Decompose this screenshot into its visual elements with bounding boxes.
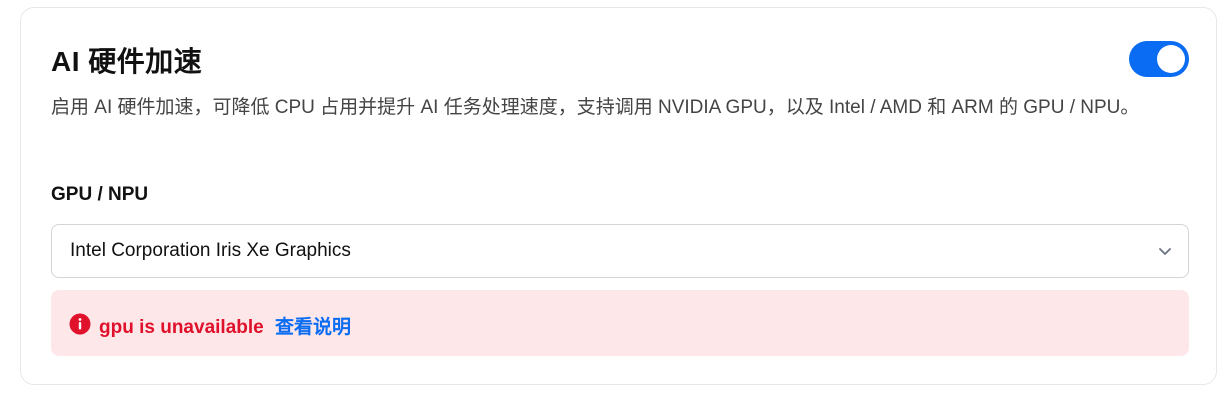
chevron-down-icon (1159, 248, 1171, 255)
toggle-knob (1157, 45, 1185, 73)
view-instructions-link[interactable]: 查看说明 (275, 317, 351, 338)
ai-acceleration-card: AI 硬件加速 启用 AI 硬件加速，可降低 CPU 占用并提升 AI 任务处理… (20, 7, 1217, 385)
gpu-select[interactable]: Intel Corporation Iris Xe Graphics (51, 224, 1189, 278)
alert-message: gpu is unavailable (99, 317, 264, 338)
gpu-select-value: Intel Corporation Iris Xe Graphics (70, 240, 351, 261)
error-alert: gpu is unavailable 查看说明 (51, 290, 1189, 356)
section-description: 启用 AI 硬件加速，可降低 CPU 占用并提升 AI 任务处理速度，支持调用 … (51, 97, 1140, 118)
ai-acceleration-toggle[interactable] (1129, 41, 1189, 77)
section-title: AI 硬件加速 (51, 46, 203, 77)
gpu-field-label: GPU / NPU (51, 184, 149, 205)
error-info-icon (69, 313, 91, 335)
alert-message-wrapper: gpu is unavailable 查看说明 (99, 312, 351, 339)
